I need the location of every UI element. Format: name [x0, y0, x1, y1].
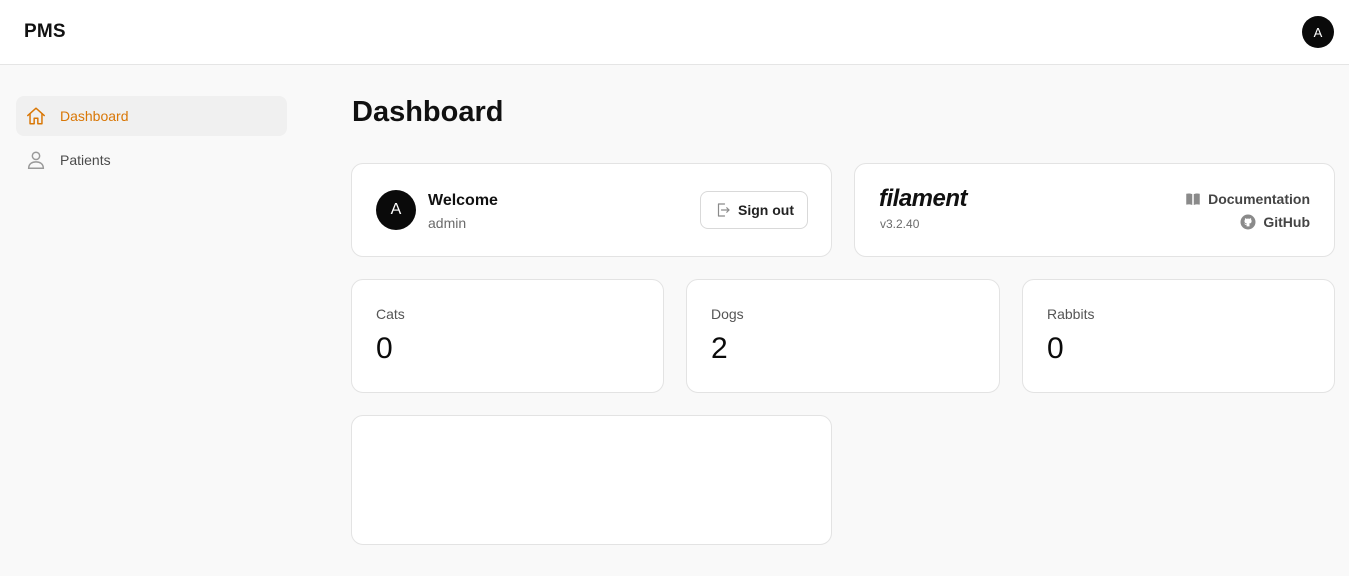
stat-value: 2: [711, 332, 728, 365]
github-label: GitHub: [1263, 214, 1310, 230]
avatar: A: [376, 190, 416, 230]
documentation-label: Documentation: [1208, 191, 1310, 207]
stat-card-cats: Cats 0: [351, 279, 664, 393]
sign-out-button[interactable]: Sign out: [700, 191, 808, 229]
user-avatar[interactable]: A: [1302, 16, 1334, 48]
sign-out-label: Sign out: [738, 202, 794, 218]
stat-card-rabbits: Rabbits 0: [1022, 279, 1335, 393]
stat-label: Cats: [376, 306, 405, 322]
sidebar-item-label: Dashboard: [60, 108, 129, 124]
book-icon: [1184, 190, 1202, 208]
sidebar-item-label: Patients: [60, 152, 111, 168]
filament-info-widget: filament v3.2.40 Documentation GitHub: [854, 163, 1335, 257]
sign-out-icon: [714, 201, 732, 219]
stat-value: 0: [1047, 332, 1064, 365]
version-text: v3.2.40: [880, 217, 920, 231]
username: admin: [428, 215, 467, 231]
stat-label: Rabbits: [1047, 306, 1095, 322]
stat-label: Dogs: [711, 306, 744, 322]
welcome-title: Welcome: [428, 192, 498, 209]
user-icon: [25, 149, 47, 171]
filament-logo[interactable]: filament: [879, 185, 968, 213]
page-title: Dashboard: [352, 96, 504, 128]
sidebar-item-patients[interactable]: Patients: [16, 140, 287, 180]
empty-widget: [351, 415, 832, 545]
home-icon: [25, 105, 47, 127]
topbar: PMS A: [0, 0, 1349, 65]
sidebar-item-dashboard[interactable]: Dashboard: [16, 96, 287, 136]
stat-card-dogs: Dogs 2: [686, 279, 1000, 393]
github-icon: [1239, 213, 1257, 231]
github-link[interactable]: GitHub: [1239, 213, 1310, 231]
stat-value: 0: [376, 332, 393, 365]
brand-logo[interactable]: PMS: [24, 21, 66, 43]
documentation-link[interactable]: Documentation: [1184, 190, 1310, 208]
account-widget: A Welcome admin Sign out: [351, 163, 832, 257]
